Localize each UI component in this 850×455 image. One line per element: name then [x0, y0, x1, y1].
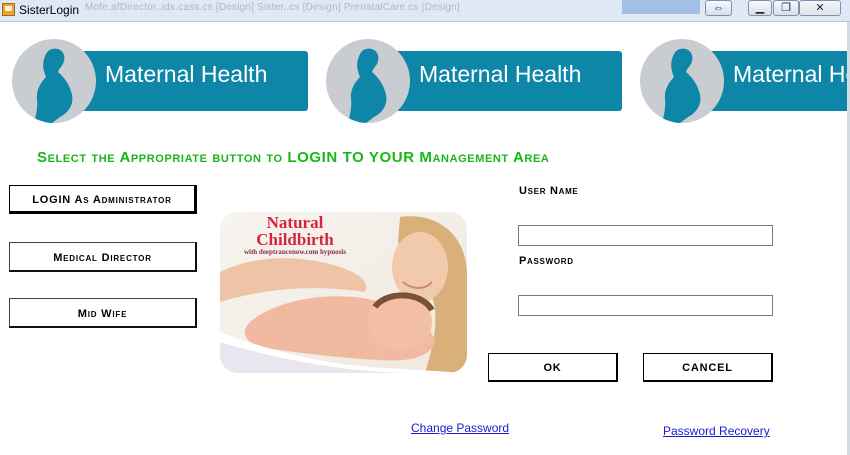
minimize-button[interactable]: ▁	[748, 0, 772, 16]
app-icon	[2, 3, 15, 16]
pregnant-woman-icon	[326, 39, 410, 123]
maternal-health-banner: Maternal Health	[12, 39, 308, 125]
cancel-button[interactable]: CANCEL	[643, 353, 773, 382]
close-button[interactable]: ✕	[799, 0, 841, 16]
medical-director-button[interactable]: Medical Director	[9, 242, 197, 272]
background-highlight	[622, 0, 700, 14]
pregnant-woman-icon	[12, 39, 96, 123]
picture-caption-line3: with deeptrancenow.com hypnosis	[243, 248, 347, 256]
maternal-health-banner: Maternal Health	[640, 39, 847, 125]
pregnant-woman-icon	[640, 39, 724, 123]
login-administrator-button[interactable]: LOGIN As Administrator	[9, 185, 197, 214]
instruction-heading: Select the Appropriate button to LOGIN T…	[37, 149, 550, 166]
resize-arrows-icon[interactable]: ⇔	[705, 0, 732, 16]
midwife-button[interactable]: Mid Wife	[9, 298, 197, 328]
change-password-link[interactable]: Change Password	[411, 421, 509, 435]
banner-text: Maternal Health	[105, 61, 268, 87]
password-input[interactable]	[518, 295, 773, 316]
password-label: Password	[519, 255, 574, 267]
window-title: SisterLogin	[19, 3, 80, 17]
password-recovery-link[interactable]: Password Recovery	[663, 424, 770, 438]
username-input[interactable]	[518, 225, 773, 246]
restore-button[interactable]: ❐	[773, 0, 799, 16]
banner-text: Maternal Health	[733, 61, 847, 87]
maternal-health-banner: Maternal Health	[326, 39, 622, 125]
window-title-bar: SisterLogin Mofe.afDirector..ids.cass.cs…	[0, 0, 850, 22]
username-label: User Name	[519, 185, 579, 197]
background-tabs: Mofe.afDirector..ids.cass.cs [Design] Si…	[85, 2, 460, 13]
natural-childbirth-photo: Natural Childbirth with deeptrancenow.co…	[220, 212, 467, 373]
ok-button[interactable]: OK	[488, 353, 618, 382]
picture-caption-line2: Childbirth	[256, 230, 334, 249]
banner-text: Maternal Health	[419, 61, 582, 87]
